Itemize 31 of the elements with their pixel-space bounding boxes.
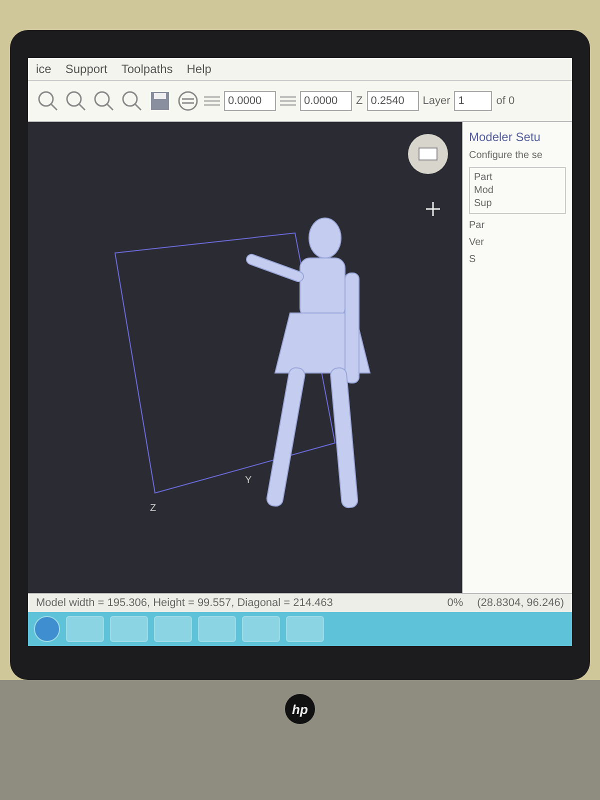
menu-item[interactable]: Support <box>65 62 108 76</box>
brand-logo: hp <box>285 694 315 724</box>
zoom-icon <box>37 90 59 112</box>
zoom-icon <box>121 90 143 112</box>
lines-icon <box>204 95 220 107</box>
model-dimensions: Model width = 195.306, Height = 99.557, Diagonal = 214.463 <box>36 597 334 609</box>
layer-field[interactable]: 1 <box>454 91 492 111</box>
start-button[interactable] <box>34 616 60 642</box>
zoom-icon <box>65 90 87 112</box>
setting-label: Par <box>469 220 486 231</box>
menu-item[interactable]: Help <box>186 62 212 76</box>
menu-item[interactable]: Toolpaths <box>121 62 173 76</box>
z-field[interactable]: 0.2540 <box>366 91 419 111</box>
lines-icon <box>280 95 296 107</box>
save-icon <box>149 90 171 112</box>
menu-item[interactable]: ice <box>36 62 52 76</box>
option-label: Sup <box>474 198 493 209</box>
cursor-coordinates: (28.8304, 96.246) <box>477 597 564 609</box>
setting-label: Ver <box>469 237 486 248</box>
zoom-icon <box>93 90 115 112</box>
layer-total: of 0 <box>496 95 515 107</box>
z-label: Z <box>356 95 363 107</box>
dialog-subtitle: Configure the se <box>469 150 544 161</box>
option-label: Part <box>474 172 494 183</box>
progress-percent: 0% <box>447 597 464 609</box>
dialog-title: Modeler Setu <box>469 130 542 144</box>
number-field[interactable]: 0.0000 <box>224 91 276 111</box>
layer-label: Layer <box>422 95 450 107</box>
setting-label: S <box>469 254 477 265</box>
number-field[interactable]: 0.0000 <box>300 91 352 111</box>
option-label: Mod <box>474 185 494 196</box>
